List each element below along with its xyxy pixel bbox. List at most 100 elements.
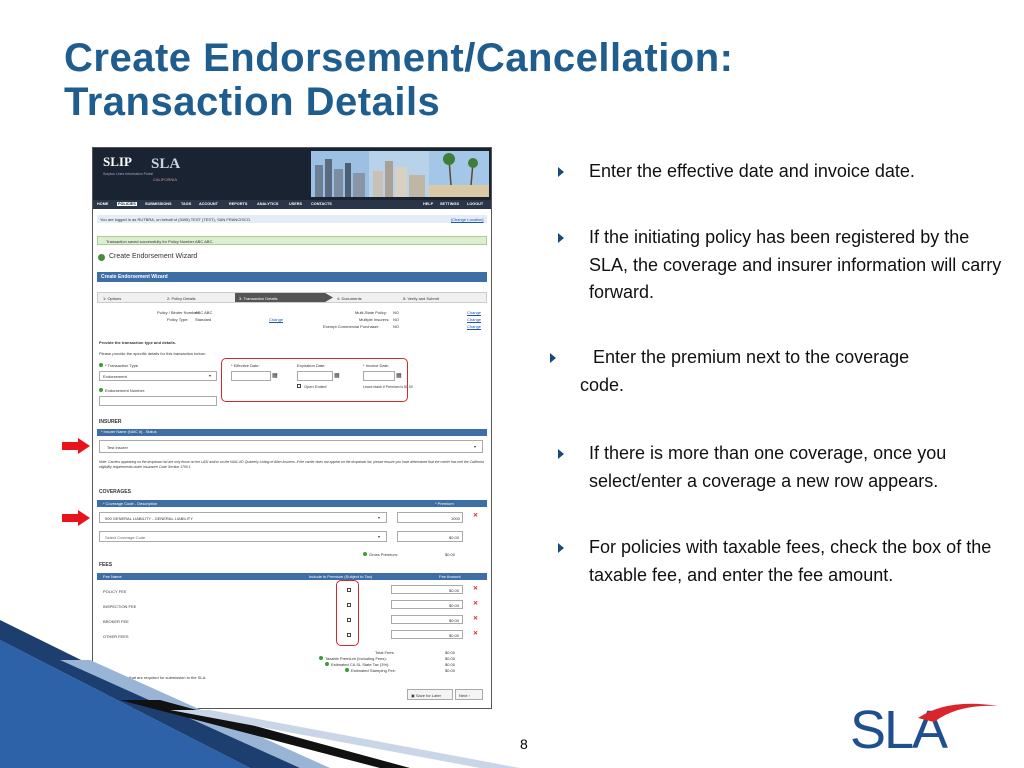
provide-subheading: Please provide the specific details for … — [99, 351, 206, 356]
transaction-type-value: Endorsement — [103, 374, 127, 379]
bullet-arrow-icon — [558, 233, 564, 243]
bullet-item: For policies with taxable fees, check th… — [548, 534, 1008, 589]
bullet-item: If the initiating policy has been regist… — [548, 224, 1008, 307]
insurer-select[interactable] — [99, 440, 483, 453]
insurer-heading: INSURER — [99, 419, 122, 425]
multistate-label: Multi-State Policy: — [355, 310, 388, 315]
portal-nav: HOME POLICIES SUBMISSIONS TAGS ACCOUNT R… — [93, 200, 491, 209]
transaction-type-label: * Transaction Type — [105, 363, 139, 368]
gross-premium-label: Gross Premium: — [369, 552, 398, 557]
required-icon — [99, 363, 103, 367]
step-options[interactable]: 1: Options — [103, 296, 121, 301]
coverage-arrow-icon — [62, 510, 90, 526]
gross-premium-value: $0.00 — [445, 552, 456, 557]
fee-name-column: Fee Name — [103, 574, 122, 579]
info-icon — [363, 552, 367, 556]
nav-account[interactable]: ACCOUNT — [199, 202, 218, 206]
bullet-text: For policies with taxable fees, check th… — [589, 537, 992, 585]
bullet-item: If there is more than one coverage, once… — [548, 440, 1008, 495]
nav-users[interactable]: USERS — [289, 202, 302, 206]
coverage-select-placeholder: Select Coverage Code — [105, 535, 146, 540]
provide-heading: Provide the transaction type and details… — [99, 340, 176, 345]
remove-fee-icon[interactable]: ✕ — [473, 585, 478, 592]
change-location-link[interactable]: [Change Location] — [451, 217, 483, 222]
success-message: Transaction saved successfully for Polic… — [106, 239, 214, 244]
bullet-text: If the initiating policy has been regist… — [589, 227, 1002, 302]
bullet-arrow-icon — [558, 449, 564, 459]
fee-amount: $0.00 — [449, 588, 460, 593]
bullet-arrow-icon — [558, 543, 564, 553]
nav-tags[interactable]: TAGS — [181, 202, 191, 206]
fee-name: POLICY FEE — [103, 589, 127, 594]
bullet-text-line-1: Enter the premium next to the coverage — [593, 347, 910, 367]
bullet-text: If there is more than one coverage, once… — [589, 443, 947, 491]
nav-home[interactable]: HOME — [97, 202, 108, 206]
insurer-value: Test Insurer — [107, 445, 128, 450]
remove-coverage-icon[interactable]: ✕ — [473, 512, 478, 519]
chevron-down-icon: ▾ — [378, 534, 381, 539]
endorsement-number-label: Endorsement Number: — [105, 388, 146, 393]
policy-change-link[interactable]: Change — [269, 317, 283, 322]
policy-number-label: Policy / Binder Number: — [157, 310, 200, 315]
multistate-value: NO — [393, 310, 399, 315]
logged-in-text: You are logged in as RUTBRA, on behalf o… — [100, 217, 252, 222]
slide-title-line-2: Transaction Details — [64, 80, 441, 124]
header-photo-strip — [311, 151, 489, 197]
nav-submissions[interactable]: SUBMISSIONS — [145, 202, 172, 206]
exempt-change-link[interactable]: Change — [467, 324, 481, 329]
sla-header-logo: SLA — [151, 156, 181, 172]
policy-type-value: Standard — [195, 317, 212, 322]
multiple-insurers-value: NO — [393, 317, 399, 322]
info-icon — [99, 388, 103, 392]
chevron-down-icon: ▾ — [474, 444, 477, 449]
bullet-item: Enter the premium next to the coverage c… — [548, 344, 1008, 399]
bullet-arrow-icon — [550, 353, 556, 363]
coverage-value: 900 GENERAL LIABILITY - GENERAL LIABILIT… — [105, 516, 193, 521]
endorsement-number-input[interactable] — [99, 396, 217, 406]
premium-column: * Premium — [435, 501, 454, 506]
step-verify-submit[interactable]: 5: Verify and Submit — [403, 296, 439, 301]
logged-in-bar: You are logged in as RUTBRA, on behalf o… — [97, 215, 487, 223]
chevron-down-icon: ▾ — [209, 373, 212, 378]
multistate-change-link[interactable]: Change — [467, 310, 481, 315]
coverage-premium-value: 1000 — [451, 516, 460, 521]
coverage-premium-zero: $0.00 — [449, 535, 460, 540]
slide-title-line-1: Create Endorsement/Cancellation: — [64, 36, 734, 80]
page-number: 8 — [520, 736, 528, 752]
exempt-label: Exempt Commercial Purchaser: — [323, 324, 380, 329]
sla-logo: SLA — [850, 700, 998, 756]
insurer-note: Note: Carriers appearing on the dropdown… — [99, 460, 484, 469]
nav-help[interactable]: HELP — [423, 202, 433, 206]
nav-reports[interactable]: REPORTS — [229, 202, 247, 206]
step-documents[interactable]: 4: Documents — [337, 296, 362, 301]
bullet-text-line-2: code. — [580, 374, 625, 395]
insurer-arrow-icon — [62, 438, 90, 454]
chevron-down-icon: ▾ — [378, 515, 381, 520]
nav-analytics[interactable]: ANALYTICS — [257, 202, 278, 206]
slip-logo: SLIP — [103, 154, 132, 169]
fee-amount-column: Fee Amount — [439, 574, 461, 579]
sla-header-logo-subtitle: CALIFORNIA — [153, 177, 178, 182]
bullet-text: Enter the effective date and invoice dat… — [589, 161, 915, 181]
slide-title: Create Endorsement/Cancellation: Transac… — [64, 36, 824, 124]
nav-logout[interactable]: LOGOUT — [467, 202, 483, 206]
policy-number-value: ABC ABC — [195, 310, 213, 315]
fees-column-header — [97, 573, 487, 580]
step-transaction-details[interactable]: 3: Transaction Details — [235, 293, 333, 302]
nav-settings[interactable]: SETTINGS — [440, 202, 459, 206]
wizard-panel-title: Create Endorsement Wizard — [97, 272, 487, 282]
bullet-arrow-icon — [558, 167, 564, 177]
fee-include-column: Include in Premium (Subject to Tax) — [309, 574, 373, 579]
step-policy-details[interactable]: 2: Policy Details — [167, 296, 195, 301]
wizard-icon — [98, 254, 105, 261]
sla-logo-text: SLA — [850, 700, 948, 756]
bullet-item: Enter the effective date and invoice dat… — [548, 158, 1008, 186]
wizard-heading: Create Endorsement Wizard — [109, 253, 198, 260]
success-banner: Transaction saved successfully for Polic… — [97, 236, 487, 245]
nav-contacts[interactable]: CONTACTS — [311, 202, 332, 206]
multiple-insurers-change-link[interactable]: Change — [467, 317, 481, 322]
decorative-wedges — [0, 620, 520, 768]
fees-heading: FEES — [99, 562, 113, 568]
insurer-column-header: * Insurer Name (NAIC #) - Status — [97, 429, 487, 436]
nav-policies[interactable]: POLICIES — [117, 201, 137, 206]
